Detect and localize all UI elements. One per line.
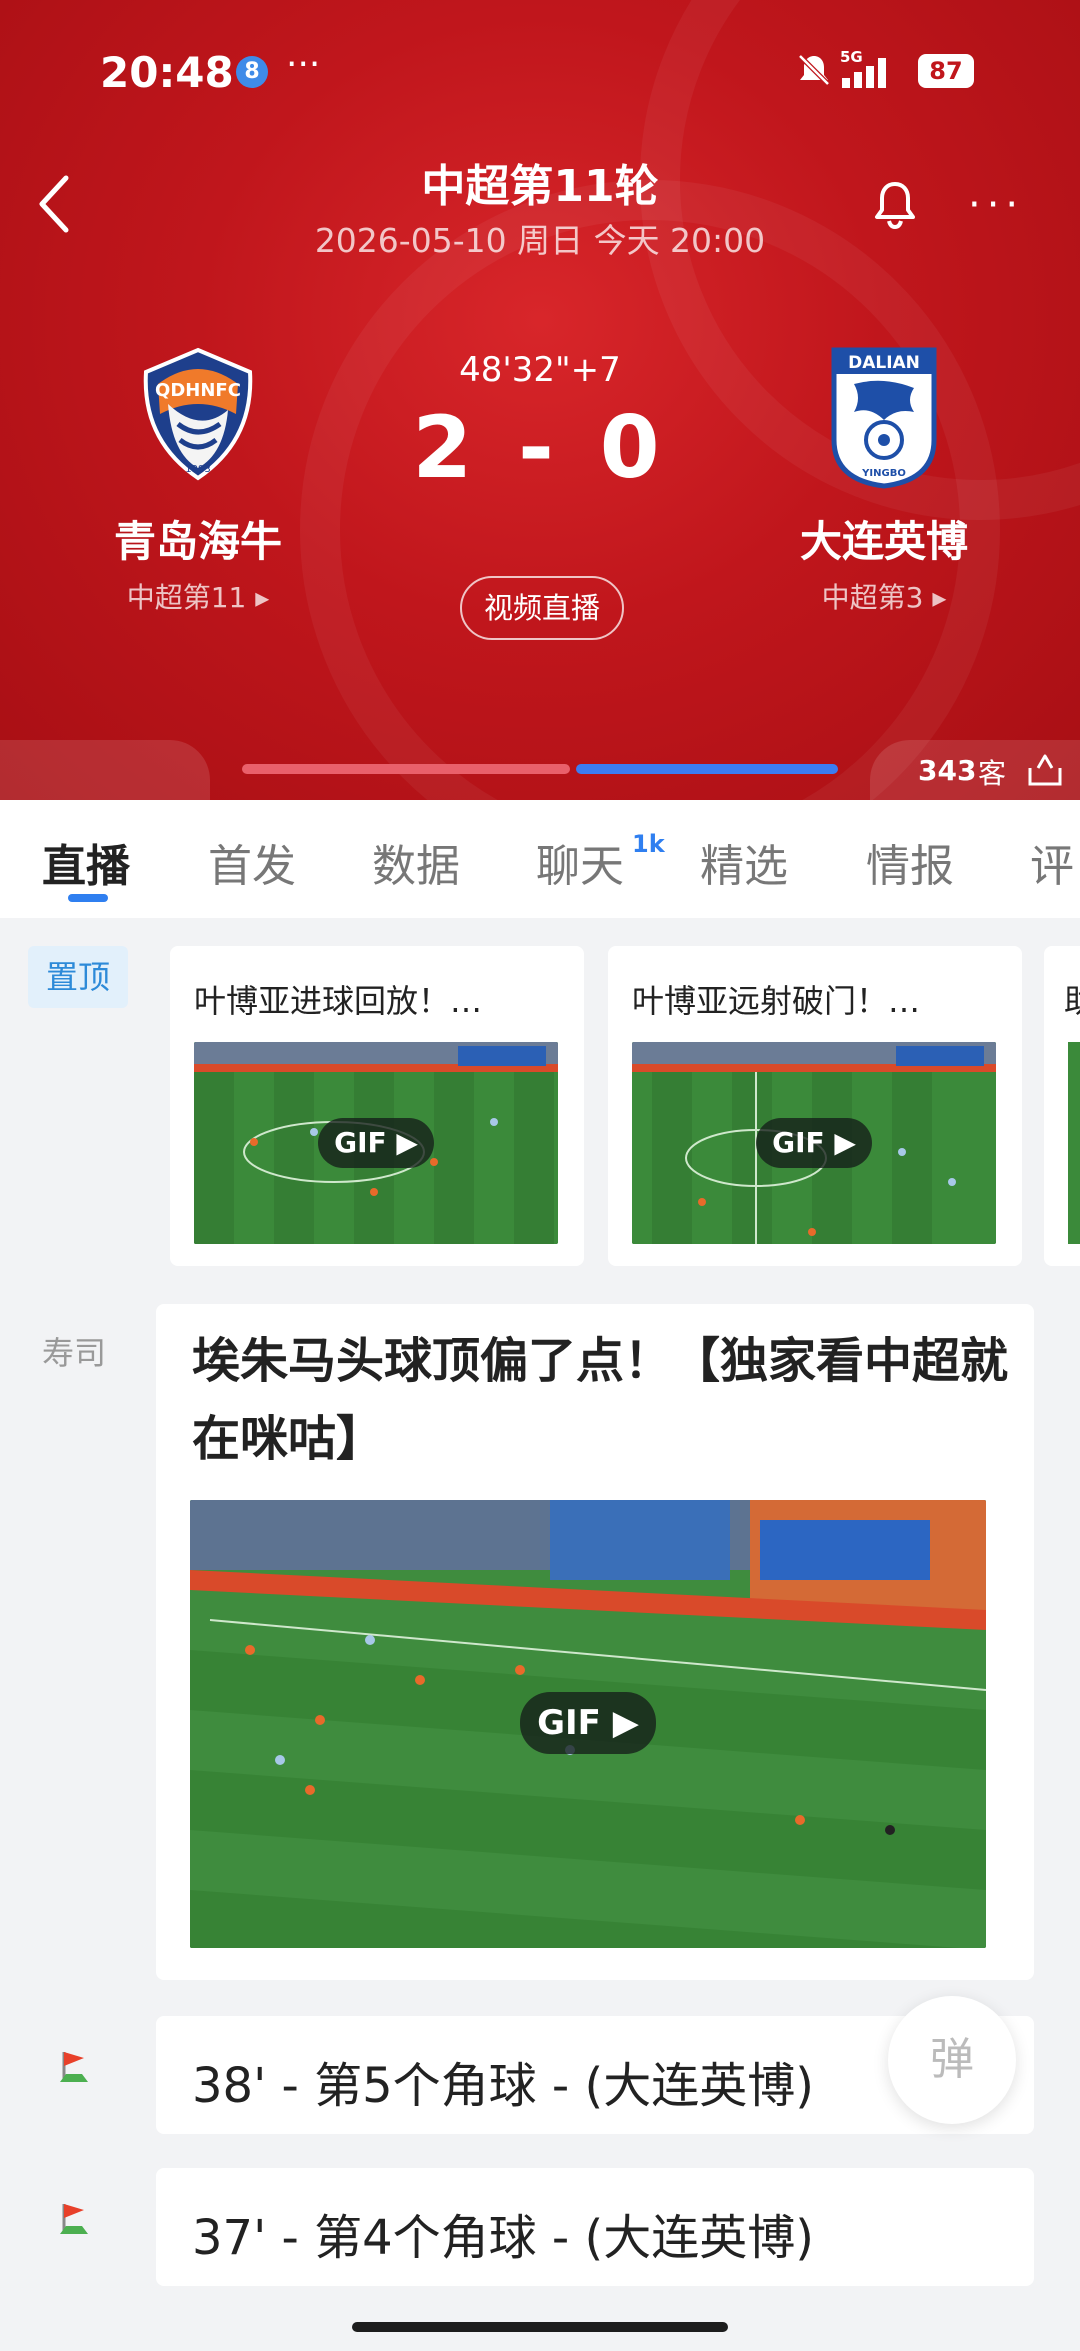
pinned-card-title: 叶博亚进球回放！…: [194, 982, 483, 1020]
away-possession-bar: [576, 764, 838, 774]
pinned-card-thumbnail[interactable]: GIF ▶: [194, 1042, 558, 1244]
home-team-rank[interactable]: 中超第11 ▸: [48, 576, 348, 616]
video-live-button[interactable]: 视频直播: [460, 576, 624, 640]
tab-live[interactable]: 直播: [42, 830, 130, 894]
viewer-count: 343: [918, 754, 977, 787]
tab-highlights[interactable]: 精选: [700, 830, 788, 894]
pinned-card[interactable]: 叶博亚远射破门！… GIF ▶: [608, 946, 1022, 1266]
active-tab-indicator: [68, 894, 108, 902]
status-more-dots: ···: [286, 44, 321, 85]
away-label: 客: [978, 757, 1007, 790]
bell-icon[interactable]: [870, 178, 920, 230]
gif-play-badge[interactable]: GIF ▶: [756, 1118, 872, 1168]
pinned-card-thumbnail[interactable]: [1068, 1042, 1080, 1244]
gif-play-badge[interactable]: GIF ▶: [318, 1118, 434, 1168]
home-team-name[interactable]: 青岛海牛: [48, 508, 348, 569]
battery-indicator: 87: [918, 54, 974, 88]
pinned-tag: 置顶: [28, 946, 128, 1008]
pinned-card-title: 叶博亚远射破门！…: [632, 982, 921, 1020]
tab-bar: 直播 首发 数据 聊天 1k 精选 情报 评: [0, 800, 1080, 918]
corner-flag-icon: [60, 2052, 88, 2082]
home-possession-bar: [242, 764, 570, 774]
tab-comments[interactable]: 评: [1030, 830, 1074, 894]
away-logo-text: DALIAN: [848, 353, 920, 373]
signal-icon: 5G: [840, 48, 886, 88]
gif-play-badge[interactable]: GIF ▶: [520, 1692, 656, 1754]
away-team-logo[interactable]: DALIAN YINGBO: [814, 340, 954, 490]
pinned-card[interactable]: 叶博亚进球回放！… GIF ▶: [170, 946, 584, 1266]
away-logo-subtext: YINGBO: [861, 468, 906, 479]
feature-post-title[interactable]: 埃朱马头球顶偏了点！【独家看中超就在咪咕】: [192, 1322, 1022, 1478]
pinned-card-partial[interactable]: 助: [1044, 946, 1080, 1266]
danmu-toggle-button[interactable]: 弹: [888, 1996, 1016, 2124]
match-header: 20:48 8 ··· 5G 87 中超第11轮 2026-05-10 周日 今…: [0, 0, 1080, 800]
corner-flag-icon: [60, 2204, 88, 2234]
mute-icon: [798, 54, 830, 86]
pinned-card-title: 助: [1064, 976, 1080, 1022]
chat-count-badge: 1k: [632, 830, 665, 858]
post-author-tag: 寿司: [42, 1334, 107, 1372]
tab-stats[interactable]: 数据: [372, 830, 460, 894]
status-time: 20:48: [100, 48, 234, 97]
more-options-icon[interactable]: ···: [968, 182, 1024, 228]
away-team-name[interactable]: 大连英博: [734, 508, 1034, 569]
away-team-rank[interactable]: 中超第3 ▸: [734, 576, 1034, 616]
tab-intel[interactable]: 情报: [866, 830, 954, 894]
home-pressure-panel: [0, 740, 210, 800]
possession-strip: 343 客: [0, 740, 1080, 800]
tab-chat[interactable]: 聊天: [536, 830, 624, 894]
home-indicator[interactable]: [352, 2322, 728, 2332]
timeline-event[interactable]: 37' - 第4个角球 - (大连英博): [156, 2168, 1034, 2286]
status-bar: 20:48 8 ··· 5G 87: [0, 40, 1080, 110]
tab-lineup[interactable]: 首发: [208, 830, 296, 894]
feature-post-thumbnail[interactable]: GIF ▶: [190, 1500, 986, 1948]
event-text: 38' - 第5个角球 - (大连英博): [192, 2058, 814, 2114]
network-label: 5G: [840, 48, 863, 66]
event-text: 37' - 第4个角球 - (大连英博): [192, 2210, 814, 2266]
share-icon[interactable]: [1026, 750, 1064, 788]
pinned-card-thumbnail[interactable]: GIF ▶: [632, 1042, 996, 1244]
notification-badge: 8: [236, 56, 268, 88]
